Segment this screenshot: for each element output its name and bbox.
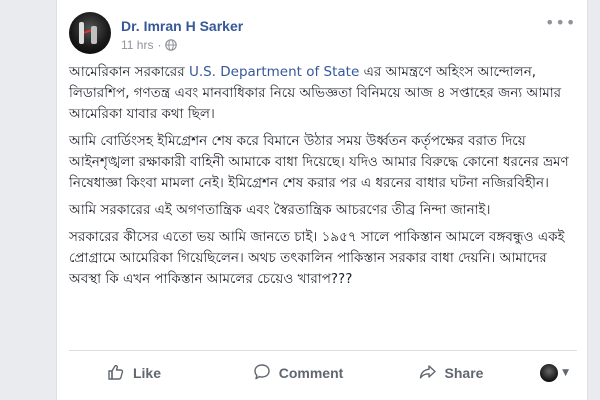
- department-of-state-link[interactable]: U.S. Department of State: [189, 64, 359, 80]
- post-paragraph-4: সরকারের কীসের এতো ভয় আমি জানতে চাই। ১৯৫…: [69, 229, 565, 287]
- post-actions-bar: Like Comment Share ▼: [69, 354, 577, 392]
- viewer-avatar-selector[interactable]: ▼: [540, 364, 569, 382]
- author-name[interactable]: Dr. Imran H Sarker: [121, 18, 243, 34]
- comment-label: Comment: [278, 365, 344, 381]
- paragraph-1-prefix: আমেরিকান সরকারের: [69, 64, 189, 80]
- post-card: Dr. Imran H Sarker 11 hrs · ••• আমেরিকান…: [56, 0, 588, 400]
- thumbs-up-icon: [107, 363, 133, 384]
- share-arrow-icon: [419, 363, 445, 384]
- more-options-icon[interactable]: •••: [545, 15, 575, 31]
- share-label: Share: [444, 365, 484, 381]
- comment-bubble-icon: [253, 363, 279, 384]
- actions-divider: [69, 350, 577, 351]
- post-paragraph-1: আমেরিকান সরকারের U.S. Department of Stat…: [69, 62, 579, 125]
- share-button[interactable]: Share: [391, 357, 511, 389]
- meta-separator: ·: [157, 38, 162, 52]
- like-label: Like: [132, 365, 161, 381]
- comment-button[interactable]: Comment: [223, 357, 373, 389]
- post-meta: 11 hrs ·: [121, 38, 178, 52]
- post-body: আমেরিকান সরকারের U.S. Department of Stat…: [69, 62, 579, 296]
- chevron-down-icon: ▼: [562, 368, 569, 378]
- post-header: Dr. Imran H Sarker 11 hrs · •••: [69, 12, 575, 56]
- author-avatar[interactable]: [69, 12, 111, 54]
- post-paragraph-3: আমি সরকারের এই অগণতান্ত্রিক এবং স্বৈরতান…: [69, 202, 491, 218]
- avatar-figure-secondary: [91, 26, 97, 44]
- globe-icon[interactable]: [165, 39, 178, 51]
- viewer-avatar: [540, 364, 559, 382]
- avatar-figure: [79, 22, 84, 44]
- post-timestamp[interactable]: 11 hrs: [121, 38, 153, 52]
- like-button[interactable]: Like: [69, 357, 199, 389]
- post-paragraph-2: আমি বোর্ডিংসহ ইমিগ্রেশন শেষ করে বিমানে উ…: [69, 133, 569, 191]
